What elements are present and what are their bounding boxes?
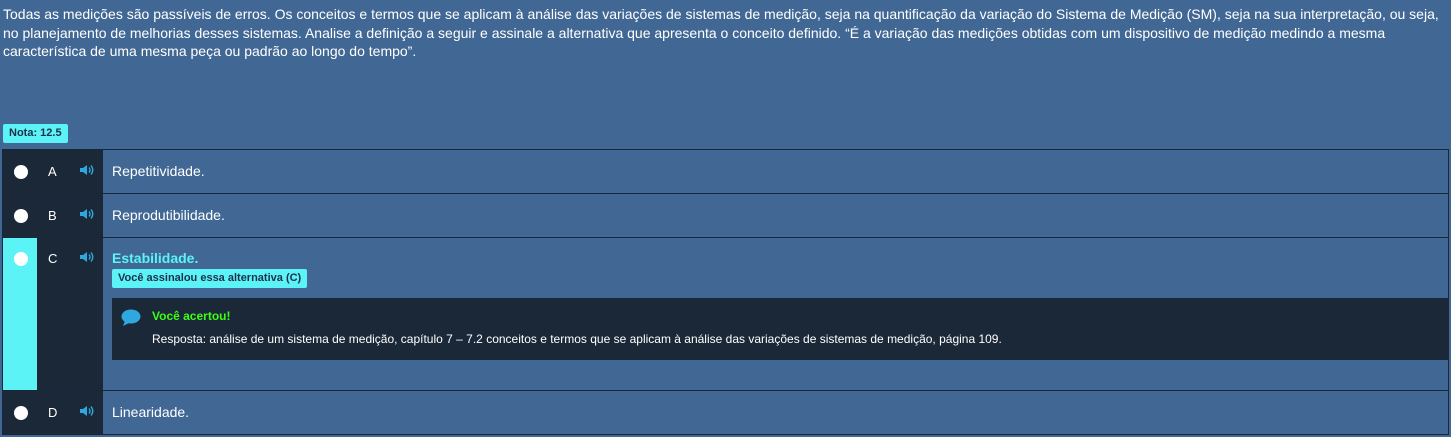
speaker-icon[interactable] [79, 163, 95, 177]
option-a-controls: A [3, 150, 103, 193]
option-c[interactable]: C Estabilidade. Você assinalou essa alte… [3, 237, 1448, 390]
speaker-icon[interactable] [79, 207, 95, 221]
radio-button-icon[interactable] [14, 165, 28, 179]
option-b[interactable]: B Reprodutibilidade. [3, 193, 1448, 237]
option-letter: D [48, 405, 58, 420]
option-c-controls: C [3, 238, 103, 390]
score-badge: Nota: 12.5 [3, 124, 68, 143]
radio-button-icon[interactable] [14, 209, 28, 223]
speaker-icon[interactable] [79, 404, 95, 418]
option-text: Repetitividade. [112, 163, 205, 179]
feedback-title: Você acertou! [152, 309, 231, 323]
option-a[interactable]: A Repetitividade. [3, 150, 1448, 193]
speaker-icon[interactable] [79, 250, 95, 264]
selected-answer-badge: Você assinalou essa alternativa (C) [112, 269, 308, 288]
radio-button-icon[interactable] [14, 406, 28, 420]
option-d[interactable]: D Linearidade. [3, 390, 1448, 434]
option-letter: C [48, 251, 58, 266]
answer-options: A Repetitividade. B Reprodutibilidade. C… [2, 149, 1449, 435]
radio-button-icon[interactable] [14, 252, 28, 266]
question-text: Todas as medições são passíveis de erros… [3, 6, 1439, 59]
chat-bubble-icon [121, 309, 141, 326]
option-letter: A [48, 164, 57, 179]
option-b-controls: B [3, 194, 103, 237]
option-text: Linearidade. [112, 404, 190, 420]
feedback-answer: Resposta: análise de um sistema de mediç… [152, 332, 1002, 346]
option-text: Estabilidade. [112, 250, 199, 266]
option-text: Reprodutibilidade. [112, 207, 225, 223]
option-d-controls: D [3, 391, 103, 434]
feedback-panel: Você acertou! Resposta: análise de um si… [112, 298, 1448, 360]
option-letter: B [48, 208, 57, 223]
